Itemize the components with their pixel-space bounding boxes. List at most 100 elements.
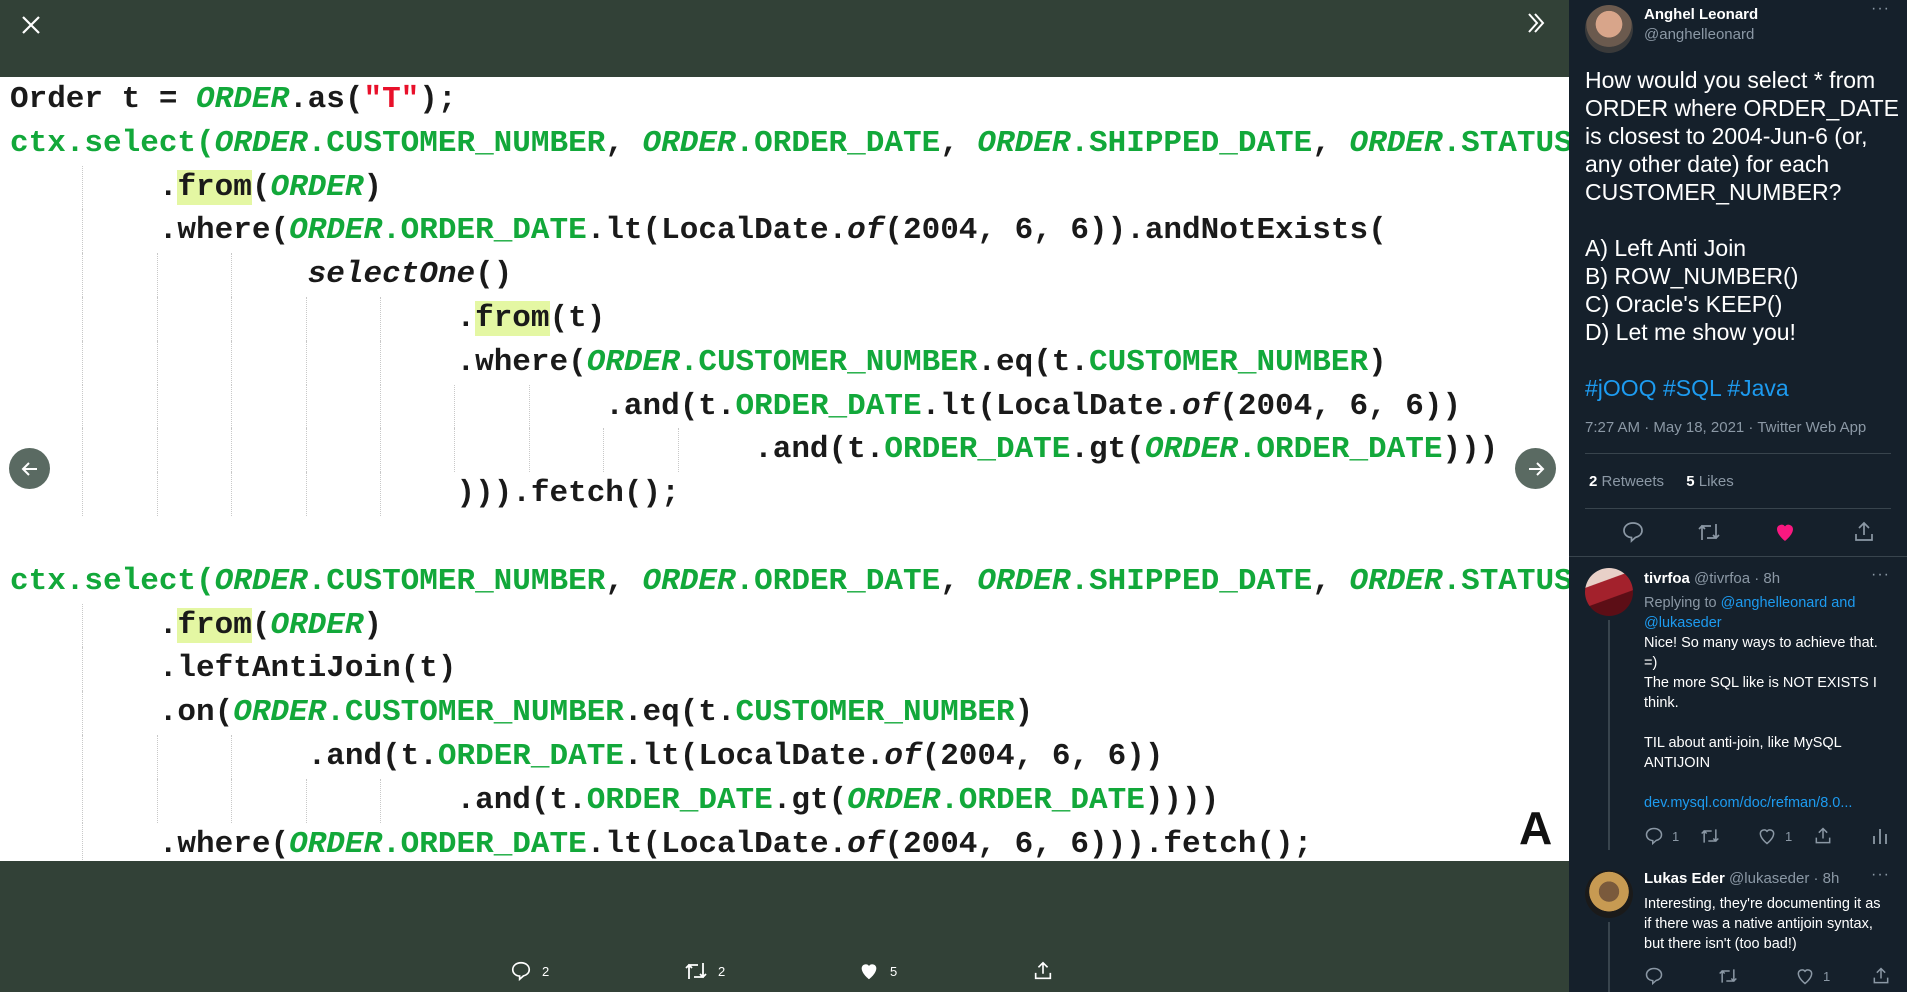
divider [1569, 556, 1907, 557]
indent-guide [156, 734, 158, 779]
code-token: .ORDER_DATE [1237, 432, 1443, 468]
reply-text-line: TIL about anti-join, like MySQL [1644, 735, 1842, 751]
arrow-right-icon [1528, 461, 1544, 476]
indent-guide [82, 296, 84, 341]
reply-body: Replying to @anghelleonard and @lukasede… [1644, 593, 1899, 813]
code-line: .from(t) [10, 296, 1569, 341]
reply-retweet-button[interactable] [1700, 826, 1720, 846]
code-line: .from(ORDER) [10, 603, 1569, 648]
reply-icon [511, 961, 531, 982]
analytics-button[interactable] [1871, 826, 1889, 846]
indent-guide [380, 384, 381, 429]
reply-like-button[interactable]: 1 [1757, 826, 1792, 846]
replying-to-link[interactable]: @lukaseder [1644, 613, 1899, 633]
code-token: of [847, 826, 885, 861]
code-token: .and(t. [307, 738, 438, 774]
retweet-icon [685, 963, 707, 979]
code-token: CUSTOMER_NUMBER [1089, 344, 1369, 380]
expand-panel-button[interactable] [1523, 10, 1549, 41]
indent-guide [82, 384, 84, 429]
code-token: (t) [549, 300, 606, 336]
reply-handle-time[interactable]: @lukaseder · 8h [1729, 870, 1839, 887]
bottom-share-button[interactable] [1032, 960, 1054, 982]
code-token: .leftAntiJoin(t) [158, 651, 457, 687]
reply-author-name[interactable]: tivrfoa [1644, 570, 1690, 587]
code-token: ORDER [196, 82, 290, 117]
indent-guide [305, 340, 307, 385]
code-token: .CUSTOMER_NUMBER [307, 563, 606, 599]
reply-body: Interesting, they're documenting it as i… [1644, 894, 1906, 954]
more-options-icon[interactable]: ··· [1871, 566, 1890, 584]
likes-stat[interactable]: 5 Likes [1686, 473, 1734, 490]
code-token: ORDER_DATE [437, 738, 624, 774]
indent-guide [231, 428, 233, 473]
replying-to-link[interactable]: @anghelleonard and [1721, 595, 1856, 611]
code-token: (2004, 6, 6)).andNotExists( [884, 213, 1387, 249]
heart-filled-icon [861, 964, 877, 980]
indent-guide [82, 165, 84, 210]
indent-guide [380, 428, 381, 473]
more-options-icon[interactable]: ··· [1871, 866, 1890, 884]
reply-text-line: =) [1644, 655, 1658, 671]
author-avatar[interactable] [1585, 5, 1633, 53]
reply-reply-button[interactable]: 1 [1644, 826, 1679, 846]
indent-guide [603, 428, 605, 473]
option-d: D) Let me show you! [1585, 319, 1796, 345]
indent-guide [156, 340, 158, 385]
likes-label: Likes [1698, 473, 1734, 490]
thread-line [1608, 620, 1610, 850]
reply-share-button[interactable] [1813, 826, 1833, 846]
reply-handle-time[interactable]: @tivrfoa · 8h [1694, 570, 1780, 587]
tweet-like-button[interactable] [1773, 520, 1797, 549]
code-token: .CUSTOMER_NUMBER [326, 695, 624, 731]
close-icon [22, 16, 40, 34]
close-button[interactable] [18, 12, 44, 43]
bottom-reply-button[interactable]: 2 [510, 960, 549, 982]
tweet-retweet-button[interactable] [1697, 520, 1721, 549]
indent-guide [156, 472, 158, 516]
reply-header: tivrfoa @tivrfoa · 8h [1644, 570, 1780, 587]
code-line: .and(t.ORDER_DATE.lt(LocalDate.of(2004, … [10, 384, 1569, 429]
hashtags[interactable]: #jOOQ #SQL #Java [1585, 374, 1899, 402]
more-options-icon[interactable]: ··· [1871, 0, 1890, 18]
tweet-text: How would you select * from ORDER where … [1585, 66, 1899, 402]
code-token: ) [363, 169, 383, 205]
author-handle[interactable]: @anghelleonard [1644, 26, 1754, 43]
tweet-meta[interactable]: 7:27 AM · May 18, 2021 · Twitter Web App [1585, 419, 1866, 436]
author-name[interactable]: Anghel Leonard [1644, 6, 1758, 23]
code-line: .where(ORDER.ORDER_DATE.lt(LocalDate.of(… [10, 822, 1569, 861]
reply-avatar[interactable] [1585, 870, 1633, 918]
reply-retweet-button[interactable] [1718, 966, 1738, 986]
tweet-text-line: is closest to 2004-Jun-6 (or, [1585, 123, 1868, 149]
code-token: ctx.select( [10, 563, 215, 599]
tweet-share-button[interactable] [1852, 520, 1876, 549]
indent-guide [677, 428, 679, 473]
bottom-retweet-button[interactable]: 2 [684, 960, 725, 982]
bottom-like-button[interactable]: 5 [858, 960, 897, 982]
reply-header: Lukas Eder @lukaseder · 8h [1644, 870, 1839, 887]
code-token: .lt(LocalDate. [921, 388, 1183, 424]
share-icon [1034, 961, 1052, 980]
reply-link[interactable]: dev.mysql.com/doc/refman/8.0... [1644, 793, 1899, 813]
reply-reply-button[interactable] [1644, 966, 1664, 986]
reply-icon [1645, 967, 1663, 986]
reply-share-button[interactable] [1871, 966, 1891, 986]
tweet-image: Order t = ORDER.as("T"); ctx.select(ORDER… [0, 77, 1569, 861]
code-token: ORDER [289, 826, 383, 861]
code-token: ORDER [642, 563, 736, 599]
tweet-panel: Anghel Leonard @anghelleonard ··· How wo… [1569, 0, 1907, 992]
code-token: ) [363, 607, 383, 643]
code-token: ORDER [233, 695, 327, 731]
reply-author-name[interactable]: Lukas Eder [1644, 870, 1725, 887]
share-icon [1873, 967, 1889, 984]
reply-avatar[interactable] [1585, 568, 1633, 616]
reply-text-line: ANTIJOIN [1644, 755, 1711, 771]
reply-count: 1 [1672, 828, 1680, 844]
retweets-stat[interactable]: 2 Retweets [1589, 473, 1664, 490]
tweet-reply-button[interactable] [1621, 520, 1645, 549]
reply-like-button[interactable]: 1 [1795, 966, 1830, 986]
indent-guide [156, 384, 158, 429]
code-token: .where( [456, 344, 587, 380]
previous-image-button[interactable] [9, 448, 50, 489]
next-image-button[interactable] [1515, 448, 1556, 489]
